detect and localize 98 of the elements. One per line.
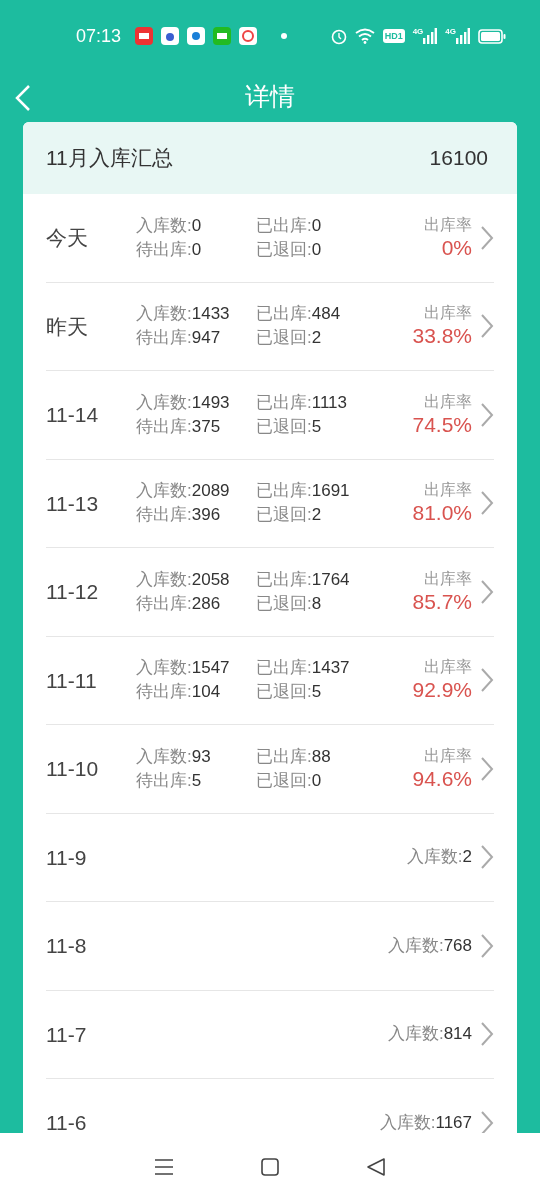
stat-text: 已退回:5 bbox=[256, 415, 323, 438]
status-time: 07:13 bbox=[76, 24, 122, 48]
rate-label: 出库率 bbox=[424, 568, 472, 589]
hd-badge: HD1 bbox=[382, 29, 405, 43]
row-date: 11-11 bbox=[46, 667, 98, 694]
stat-text: 入库数:768 bbox=[387, 934, 472, 957]
rate-label: 出库率 bbox=[424, 303, 472, 324]
app-notification-icon bbox=[161, 27, 180, 45]
chevron-right-icon bbox=[480, 490, 494, 517]
stat-text: 已退回:5 bbox=[256, 681, 323, 704]
stat-text: 已退回:2 bbox=[256, 327, 323, 350]
chevron-right-icon bbox=[480, 667, 494, 694]
home-icon[interactable] bbox=[261, 1157, 279, 1176]
summary-total: 16100 bbox=[429, 145, 489, 172]
row-date: 昨天 bbox=[46, 313, 89, 340]
stat-text: 入库数:1547 bbox=[136, 657, 231, 680]
stat-text: 待出库:286 bbox=[136, 592, 222, 615]
stat-text: 待出库:5 bbox=[136, 769, 203, 792]
list-row[interactable]: 11-12 入库数:2058 已出库:1764 待出库:286 已退回:8 出库率 85.7% bbox=[46, 548, 494, 637]
stat-text: 入库数:2 bbox=[406, 846, 472, 869]
row-date: 今天 bbox=[46, 225, 89, 251]
network-label: 4G bbox=[445, 28, 456, 36]
rate-label: 出库率 bbox=[424, 657, 472, 678]
stat-text: 已出库:0 bbox=[256, 214, 323, 237]
app-notification-icon bbox=[135, 27, 154, 45]
stat-text: 待出库:0 bbox=[136, 238, 203, 261]
list-row[interactable]: 11-14 入库数:1493 已出库:1113 待出库:375 已退回:5 出库率 74.5% bbox=[46, 371, 494, 460]
rate-value: 81.0% bbox=[412, 500, 472, 527]
menu-icon[interactable] bbox=[153, 1157, 174, 1176]
row-date: 11-6 bbox=[46, 1110, 88, 1133]
summary-title: 11月入库汇总 bbox=[46, 145, 173, 172]
stat-text: 已出库:1113 bbox=[256, 391, 349, 414]
app-notification-icon bbox=[239, 27, 258, 45]
stat-text: 已出库:1691 bbox=[256, 480, 351, 503]
battery-icon bbox=[478, 28, 506, 44]
stat-text: 已出库:88 bbox=[256, 745, 332, 768]
signal-icon bbox=[423, 28, 438, 44]
wifi-icon bbox=[354, 28, 375, 44]
rate-value: 0% bbox=[441, 234, 472, 261]
row-date: 11-13 bbox=[46, 490, 100, 517]
stat-text: 入库数:2058 bbox=[136, 568, 231, 591]
list-row[interactable]: 11-10 入库数:93 已出库:88 待出库:5 已退回:0 出库率 94.6% bbox=[46, 725, 494, 814]
chevron-right-icon bbox=[480, 313, 494, 340]
list-row[interactable]: 11-11 入库数:1547 已出库:1437 待出库:104 已退回:5 出库率 92.9% bbox=[46, 636, 494, 725]
signal-icon bbox=[456, 28, 470, 44]
row-date: 11-8 bbox=[46, 933, 88, 959]
stat-text: 已出库:1764 bbox=[256, 568, 351, 591]
stat-text: 入库数:814 bbox=[387, 1023, 472, 1046]
rate-label: 出库率 bbox=[424, 391, 472, 412]
rate-label: 出库率 bbox=[424, 214, 472, 235]
list-row[interactable]: 今天 入库数:0 已出库:0 待出库:0 已退回:0 出库率 0% bbox=[46, 194, 494, 283]
stat-text: 待出库:396 bbox=[136, 504, 222, 527]
list-row[interactable]: 11-13 入库数:2089 已出库:1691 待出库:396 已退回:2 出库率 81.0% bbox=[46, 459, 494, 548]
list-row[interactable]: 11-8 入库数:768 bbox=[46, 902, 494, 991]
stat-text: 待出库:947 bbox=[136, 327, 222, 350]
chevron-right-icon bbox=[480, 401, 494, 428]
rate-label: 出库率 bbox=[424, 745, 472, 766]
chevron-right-icon bbox=[480, 224, 494, 251]
stat-text: 已退回:0 bbox=[256, 769, 323, 792]
rate-value: 74.5% bbox=[412, 411, 472, 438]
stat-text: 已退回:2 bbox=[256, 504, 323, 527]
stat-text: 已退回:0 bbox=[256, 238, 323, 261]
row-date: 11-12 bbox=[46, 579, 100, 605]
rate-value: 85.7% bbox=[412, 588, 472, 615]
alarm-icon bbox=[330, 27, 347, 45]
chevron-right-icon bbox=[480, 1109, 494, 1133]
stat-text: 待出库:104 bbox=[136, 681, 222, 704]
chevron-right-icon bbox=[480, 578, 494, 605]
chevron-right-icon bbox=[480, 844, 494, 871]
row-date: 11-10 bbox=[46, 756, 100, 782]
network-label: 4G bbox=[412, 28, 424, 36]
rate-value: 33.8% bbox=[412, 323, 472, 350]
page-title: 详情 bbox=[245, 81, 295, 113]
row-date: 11-7 bbox=[46, 1021, 88, 1048]
app-notification-icon bbox=[213, 27, 232, 45]
stat-text: 入库数:1167 bbox=[379, 1111, 472, 1133]
stat-text: 已出库:1437 bbox=[256, 657, 351, 680]
list-row[interactable]: 11-9 入库数:2 bbox=[46, 813, 494, 902]
chevron-right-icon bbox=[480, 932, 494, 959]
rate-value: 92.9% bbox=[412, 677, 472, 704]
chevron-right-icon bbox=[480, 755, 494, 782]
list-row[interactable]: 昨天 入库数:1433 已出库:484 待出库:947 已退回:2 出库率 33.8% bbox=[46, 282, 494, 371]
stat-text: 已退回:8 bbox=[256, 592, 323, 615]
stat-text: 入库数:2089 bbox=[136, 480, 231, 503]
rate-label: 出库率 bbox=[424, 480, 472, 501]
app-notification-icon bbox=[187, 27, 206, 45]
row-date: 11-9 bbox=[46, 844, 88, 871]
chevron-right-icon bbox=[480, 1021, 494, 1048]
list-row[interactable]: 11-7 入库数:814 bbox=[46, 990, 494, 1079]
stat-text: 入库数:1433 bbox=[136, 303, 231, 326]
row-date: 11-14 bbox=[46, 402, 100, 428]
stat-text: 入库数:0 bbox=[136, 214, 203, 237]
stat-text: 入库数:1493 bbox=[136, 391, 231, 414]
rate-value: 94.6% bbox=[412, 765, 472, 792]
back-triangle-icon[interactable] bbox=[366, 1156, 387, 1177]
stat-text: 待出库:375 bbox=[136, 415, 222, 438]
stat-text: 入库数:93 bbox=[136, 745, 212, 768]
stat-text: 已出库:484 bbox=[256, 303, 342, 326]
